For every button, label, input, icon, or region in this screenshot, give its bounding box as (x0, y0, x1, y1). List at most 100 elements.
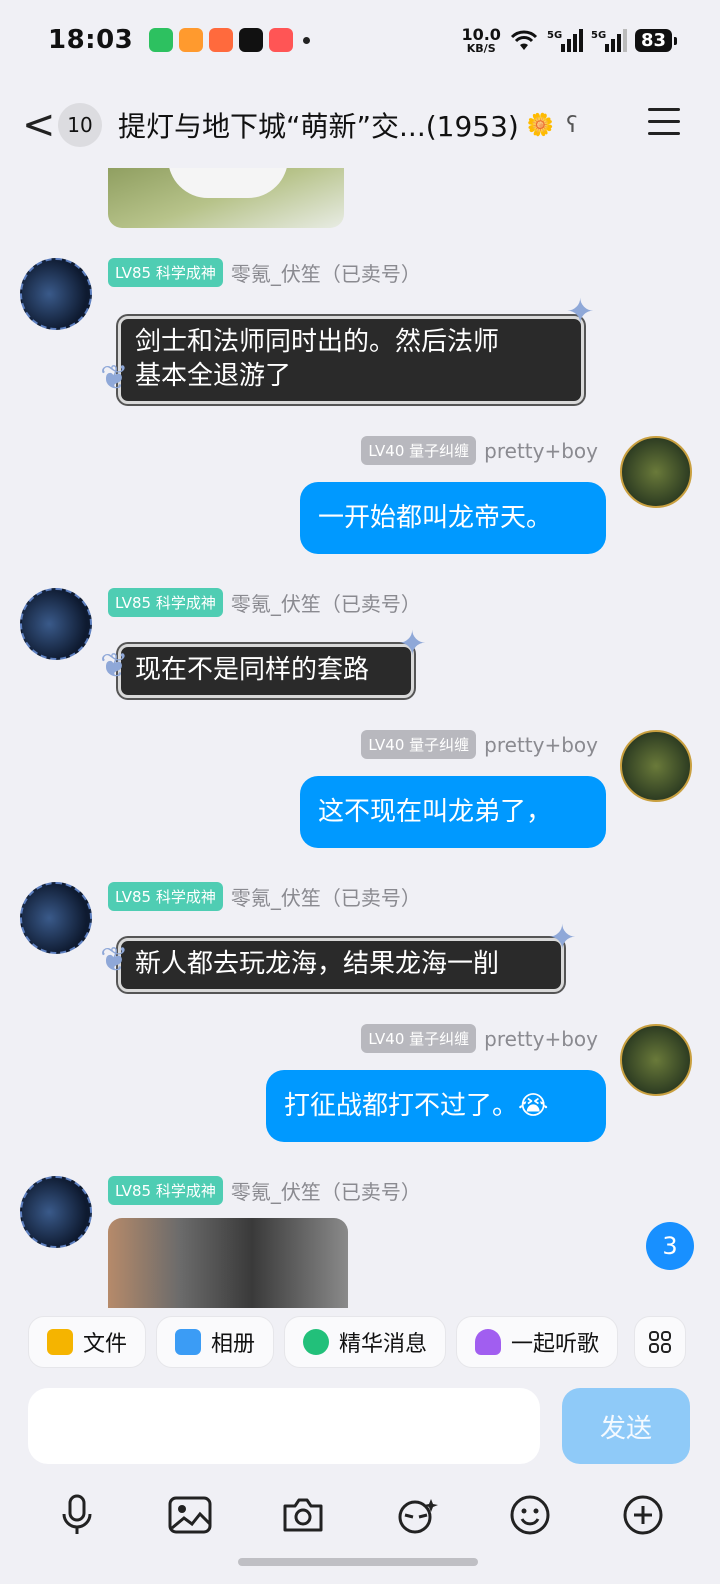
more-notifications-dot (303, 36, 311, 44)
weibo-icon (269, 28, 294, 52)
svg-text:5G: 5G (591, 30, 606, 41)
unread-count-badge[interactable]: 10 (58, 103, 102, 147)
message-bubble[interactable]: 一开始都叫龙帝天。 (300, 482, 606, 554)
avatar[interactable] (20, 1176, 92, 1248)
message-text-line: 剑士和法师同时出的。然后法师 (135, 327, 500, 357)
file-label: 文件 (83, 1332, 128, 1357)
sender-meta: LV85 科学成神 零氪_伏笙（已卖号） (108, 1176, 421, 1205)
level-badge: LV85 科学成神 (108, 588, 223, 617)
message-bubble[interactable]: 剑士和法师同时出的。然后法师 基本全退游了 (118, 316, 584, 404)
message-text: 打征战都打不过了。😭 (284, 1091, 549, 1121)
signal-5g-icon: 5G (547, 29, 583, 52)
more-apps-button[interactable] (634, 1316, 686, 1368)
avatar[interactable] (620, 1024, 692, 1096)
message-bubble[interactable]: 新人都去玩龙海，结果龙海一削 (118, 938, 564, 992)
gallery-button[interactable] (165, 1490, 215, 1540)
message-text: 新人都去玩龙海，结果龙海一削 (135, 949, 500, 979)
sender-meta: LV85 科学成神 零氪_伏笙（已卖号） (108, 588, 421, 617)
quick-actions-bar: 文件 相册 精华消息 一起听歌 (0, 1310, 720, 1374)
chat-header: < 10 提灯与地下城“萌新”交...(1953) 🌼 ʕ (0, 90, 720, 160)
notification-icons (149, 28, 294, 52)
level-badge: LV85 科学成神 (108, 258, 223, 287)
sender-name[interactable]: 零氪_伏笙（已卖号） (231, 258, 421, 287)
page-title[interactable]: 提灯与地下城“萌新”交...(1953) (118, 105, 519, 145)
message-bubble[interactable]: 这不现在叫龙弟了， (300, 776, 606, 848)
net-speed: 10.0 KB/S (461, 26, 500, 55)
folder-icon (47, 1329, 73, 1355)
new-messages-button[interactable]: 3 (646, 1222, 694, 1270)
sender-meta: LV40 量子纠缠 pretty+boy (361, 730, 598, 759)
level-badge: LV40 量子纠缠 (361, 1024, 477, 1053)
emoji-button[interactable] (505, 1490, 555, 1540)
smiley-icon (510, 1495, 550, 1535)
input-toolbar (0, 1480, 720, 1550)
highlights-button[interactable]: 精华消息 (284, 1316, 447, 1368)
sender-meta: LV40 量子纠缠 pretty+boy (361, 1024, 598, 1053)
message-bubble[interactable]: 现在不是同样的套路 (118, 644, 414, 698)
message-bubble[interactable]: 打征战都打不过了。😭 (266, 1070, 606, 1142)
shopping-app-icon (209, 28, 234, 52)
magic-face-icon (398, 1499, 438, 1534)
signal-5g-2-icon: 5G (591, 29, 627, 52)
sender-name[interactable]: 零氪_伏笙（已卖号） (231, 882, 421, 911)
avatar[interactable] (20, 882, 92, 954)
message-text: 这不现在叫龙弟了， (318, 797, 553, 827)
bubble-wing-decoration: ✦ (566, 292, 595, 332)
sender-name[interactable]: 零氪_伏笙（已卖号） (231, 588, 421, 617)
net-speed-unit: KB/S (466, 41, 496, 55)
level-badge: LV85 科学成神 (108, 1176, 223, 1205)
avatar[interactable] (620, 730, 692, 802)
highlights-label: 精华消息 (339, 1332, 428, 1357)
album-button[interactable]: 相册 (156, 1316, 275, 1368)
group-flower-icon: 🌼 (526, 112, 555, 138)
svg-text:5G: 5G (547, 30, 562, 41)
message-text-line: 基本全退游了 (135, 361, 292, 391)
avatar[interactable] (20, 258, 92, 330)
send-button[interactable]: 发送 (562, 1388, 690, 1464)
image-icon (175, 1329, 202, 1355)
star-icon (303, 1329, 330, 1355)
sender-name[interactable]: 零氪_伏笙（已卖号） (231, 1176, 421, 1205)
message-input[interactable] (28, 1388, 540, 1464)
video-app-icon (179, 28, 204, 52)
sender-meta: LV85 科学成神 零氪_伏笙（已卖号） (108, 258, 421, 287)
wechat-icon (149, 28, 174, 52)
home-indicator[interactable] (238, 1558, 478, 1566)
avatar[interactable] (20, 588, 92, 660)
clock: 18:03 (48, 25, 134, 55)
wifi-icon (510, 30, 537, 50)
listen-together-button[interactable]: 一起听歌 (456, 1316, 619, 1368)
file-button[interactable]: 文件 (28, 1316, 147, 1368)
sender-name[interactable]: pretty+boy (484, 1027, 598, 1051)
more-button[interactable] (618, 1490, 668, 1540)
camera-button[interactable] (278, 1490, 328, 1540)
headphones-icon (475, 1329, 502, 1355)
bubble-wing-decoration: ❦ (100, 358, 129, 398)
album-label: 相册 (211, 1332, 256, 1357)
back-button[interactable]: < (22, 105, 56, 145)
tiktok-icon (239, 28, 264, 52)
level-badge: LV40 量子纠缠 (361, 436, 477, 465)
voice-button[interactable] (52, 1490, 102, 1540)
message-list[interactable]: LV85 科学成神 零氪_伏笙（已卖号） 剑士和法师同时出的。然后法师 基本全退… (0, 168, 720, 1308)
sender-name[interactable]: pretty+boy (484, 733, 598, 757)
bubble-wing-decoration: ❦ (100, 940, 129, 980)
message-text: 一开始都叫龙帝天。 (318, 503, 553, 533)
plus-circle-icon (623, 1495, 663, 1535)
ear-mode-icon[interactable]: ʕ (566, 113, 577, 138)
level-badge: LV85 科学成神 (108, 882, 223, 911)
grid-icon (649, 1331, 671, 1353)
ai-emoji-button[interactable] (392, 1490, 442, 1540)
image-message-partial[interactable] (108, 168, 344, 228)
camera-icon (283, 1498, 323, 1532)
status-bar: 18:03 10.0 KB/S 5G 5G 83 (0, 0, 720, 80)
sender-name[interactable]: pretty+boy (484, 439, 598, 463)
battery-indicator: 83 (634, 28, 678, 52)
bubble-wing-decoration: ❦ (100, 646, 129, 686)
menu-icon[interactable] (648, 108, 680, 144)
microphone-icon (62, 1494, 92, 1534)
image-message[interactable] (108, 1218, 348, 1308)
picture-icon (168, 1496, 212, 1534)
avatar[interactable] (620, 436, 692, 508)
message-text: 现在不是同样的套路 (135, 655, 370, 685)
